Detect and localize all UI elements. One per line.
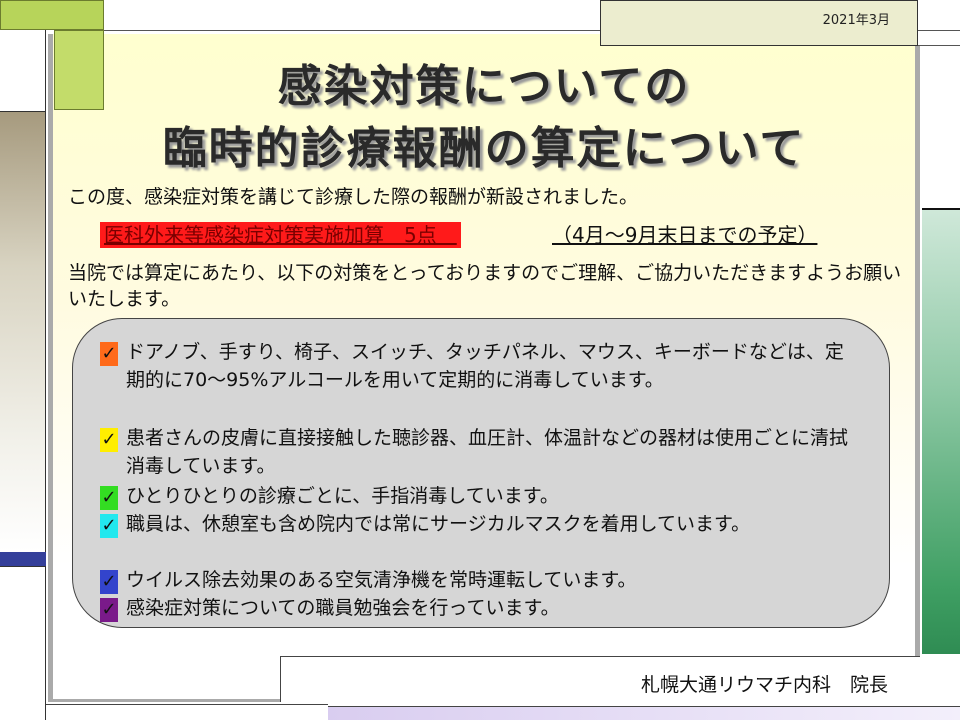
check-icon: ✓: [100, 342, 118, 366]
right-green-bar: [922, 208, 960, 654]
fee-period-text: （4月～9月末日までの予定）: [552, 223, 818, 247]
date-label: 2021年3月: [822, 13, 890, 28]
explain-text: 当院では算定にあたり、以下の対策をとっておりますのでご理解、ご協力いただきますよ…: [68, 262, 902, 310]
left-edge-box: [0, 30, 46, 112]
right-top-rule: [918, 30, 960, 46]
measure-text: ひとりひとりの診療ごとに、手指消毒しています。: [126, 485, 559, 507]
bottom-lavender-bar: [328, 706, 960, 720]
measure-item: ✓ ウイルス除去効果のある空気清浄機を常時運転しています。: [100, 566, 860, 594]
left-bottom-box: [0, 566, 46, 720]
measure-text: ドアノブ、手すり、椅子、スイッチ、タッチパネル、マウス、キーボードなどは、定期的…: [126, 341, 844, 391]
measure-item: ✓ 感染症対策についての職員勉強会を行っています。: [100, 594, 860, 622]
measure-item: ✓ ひとりひとりの診療ごとに、手指消毒しています。: [100, 482, 860, 510]
measure-item: ✓ ドアノブ、手すり、椅子、スイッチ、タッチパネル、マウス、キーボードなどは、定…: [100, 338, 860, 422]
check-icon: ✓: [100, 428, 118, 452]
left-navy-bar: [0, 552, 46, 566]
measure-text: ウイルス除去効果のある空気清浄機を常時運転しています。: [126, 569, 637, 591]
title-line-1: 感染対策についての: [277, 61, 691, 112]
intro-text: この度、感染症対策を講じて診療した際の報酬が新設されました。: [68, 186, 639, 208]
check-icon: ✓: [100, 598, 118, 622]
bottom-rule: [46, 704, 328, 720]
left-beige-bar: [0, 112, 46, 552]
measure-text: 感染症対策についての職員勉強会を行っています。: [126, 597, 560, 619]
check-icon: ✓: [100, 486, 118, 510]
measure-item: ✓ 職員は、休憩室も含め院内では常にサージカルマスクを着用しています。: [100, 510, 860, 566]
measure-item: ✓ 患者さんの皮膚に直接接触した聴診器、血圧計、体温計などの器材は使用ごとに清拭…: [100, 424, 860, 480]
check-icon: ✓: [100, 570, 118, 594]
measure-text: 患者さんの皮膚に直接接触した聴診器、血圧計、体温計などの器材は使用ごとに清拭消毒…: [126, 427, 849, 477]
check-icon: ✓: [100, 514, 118, 538]
fee-name-highlight: 医科外来等感染症対策実施加算 5点: [100, 222, 461, 248]
clinic-signature: 札幌大通リウマチ内科 院長: [640, 674, 888, 696]
green-corner-tab: [0, 0, 104, 30]
title-line-2: 臨時的診療報酬の算定について: [162, 123, 806, 174]
measure-text: 職員は、休憩室も含め院内では常にサージカルマスクを着用しています。: [126, 513, 751, 535]
